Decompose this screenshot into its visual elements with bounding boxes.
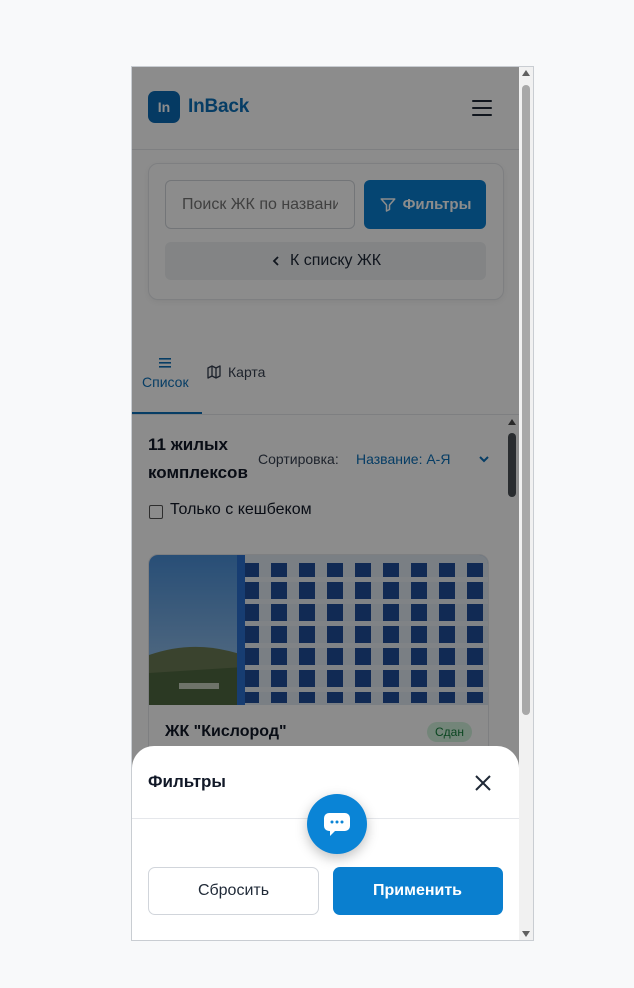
- chat-icon: [324, 813, 350, 836]
- close-icon[interactable]: [472, 772, 494, 794]
- scroll-up-arrow[interactable]: [522, 70, 530, 76]
- scroll-down-arrow[interactable]: [522, 931, 530, 937]
- apply-button[interactable]: Применить: [333, 867, 503, 915]
- scroll-thumb[interactable]: [522, 85, 530, 715]
- chat-button[interactable]: [307, 794, 367, 854]
- sheet-title: Фильтры: [148, 772, 226, 791]
- page-scrollbar[interactable]: [519, 67, 533, 940]
- reset-button[interactable]: Сбросить: [148, 867, 319, 915]
